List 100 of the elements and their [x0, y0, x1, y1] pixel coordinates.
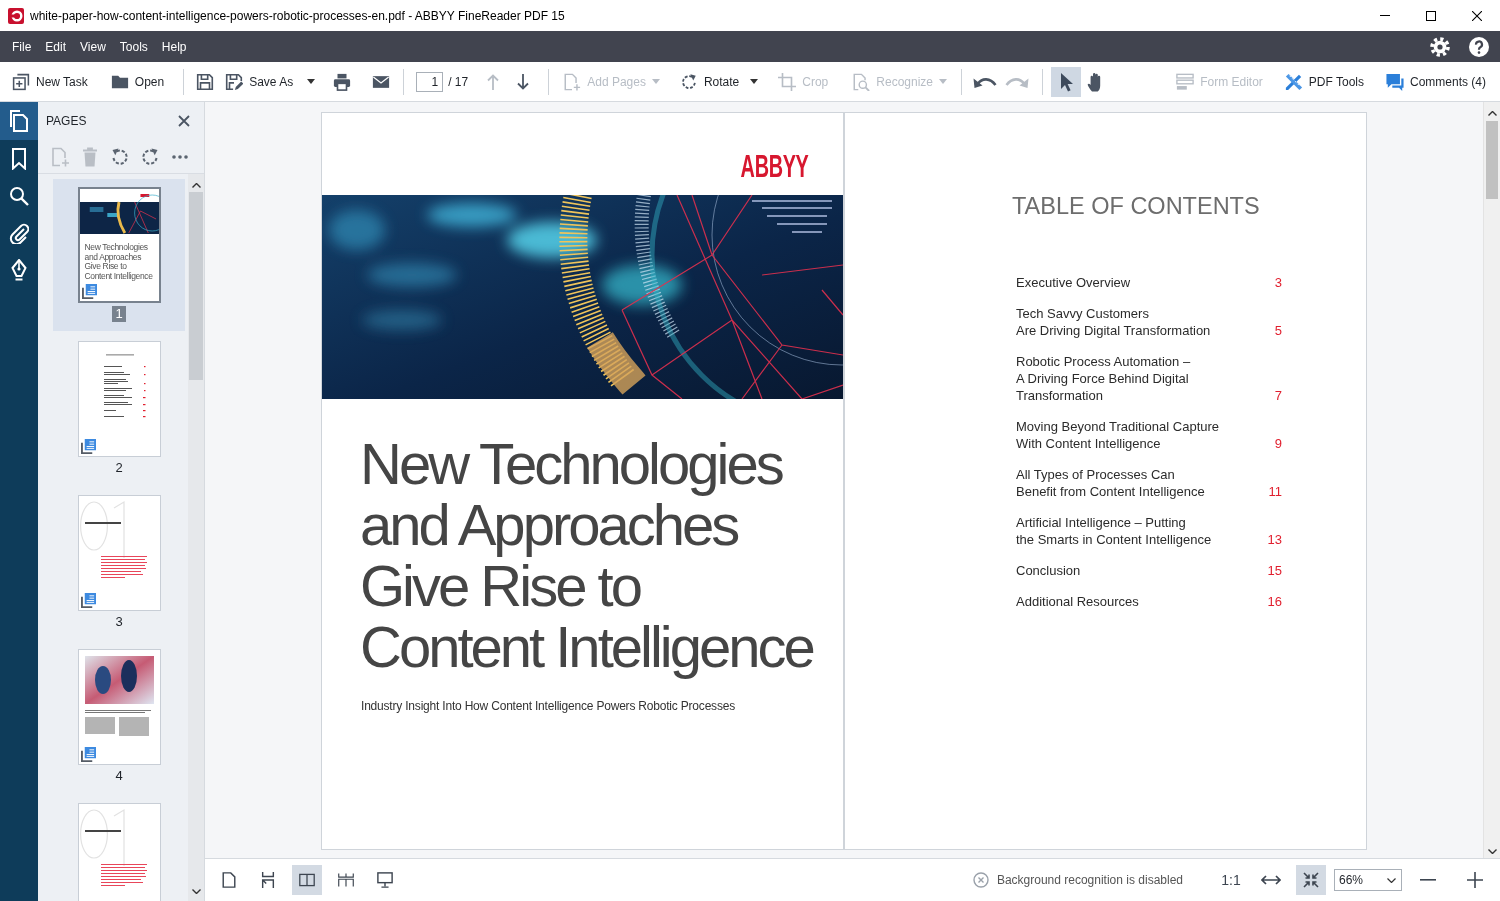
settings-button[interactable] [1430, 36, 1450, 57]
help-button[interactable] [1469, 36, 1489, 57]
circle-x-icon [972, 872, 989, 888]
chevron-up-icon[interactable] [191, 183, 201, 188]
page-plus-icon [50, 146, 70, 167]
chevron-up-icon[interactable] [1487, 111, 1497, 116]
arrow-up-icon [487, 73, 500, 90]
open-button[interactable]: Open [105, 66, 170, 97]
bookmark-icon [9, 147, 29, 170]
toc-entry[interactable]: Robotic Process Automation – A Driving Force Behind Digital Transformation [1016, 353, 1191, 404]
page-plus-icon [563, 72, 582, 91]
toc-entry[interactable]: Tech Savvy Customers Are Driving Digital Transformation [1016, 305, 1211, 339]
close-icon [1472, 10, 1482, 21]
chevron-down-icon[interactable] [1487, 849, 1497, 854]
rotate-button[interactable]: Rotate [674, 66, 764, 97]
toc-page-number: 16 [1267, 593, 1282, 610]
speech-bubble-icon [1386, 72, 1404, 91]
toc-page-number: 15 [1267, 562, 1282, 579]
toc-page-number: 9 [1274, 435, 1282, 452]
page-thumbnail[interactable] [77, 649, 161, 765]
arrow-down-icon [517, 73, 530, 90]
comments-button[interactable]: Comments (4) [1381, 66, 1491, 97]
pages-icon [9, 110, 29, 132]
trash-icon [80, 146, 100, 167]
page-number-label: 4 [114, 768, 124, 784]
text-layer-icon [80, 747, 96, 762]
toc-heading: TABLE OF CONTENTS [1012, 193, 1261, 219]
search-icon [9, 184, 29, 207]
pdf-tools-button[interactable]: PDF Tools [1279, 66, 1369, 97]
new-task-button[interactable]: New Task [7, 66, 93, 97]
close-icon [178, 115, 190, 127]
two-page-view-button[interactable] [292, 865, 322, 895]
save-as-button[interactable]: Save As [220, 66, 321, 97]
chevron-down-icon[interactable] [191, 889, 201, 894]
page-thumbnail[interactable] [77, 341, 161, 457]
text-layer-icon [80, 593, 96, 608]
menu-item[interactable]: View [72, 36, 114, 57]
rotate-right-icon [140, 146, 160, 167]
page-thumbnail[interactable] [77, 495, 161, 611]
page-number-field[interactable]: 1 [416, 71, 444, 92]
toc-page-number: 7 [1274, 387, 1282, 404]
single-page-icon [221, 872, 237, 888]
pen-nib-icon [9, 258, 29, 281]
toc-entry[interactable]: Moving Beyond Traditional Capture With Content Intelligence [1016, 418, 1220, 452]
text-layer-icon [81, 284, 97, 299]
monitor-icon [377, 872, 393, 888]
floppy-pencil-icon [225, 72, 244, 91]
pages-tab[interactable] [0, 102, 38, 140]
text-layer-icon [80, 439, 96, 454]
window-title: white-paper-how-content-intelligence-powers-robotic-processes-en.pdf - ABBYY FineReader PDF 15 [30, 8, 565, 23]
double-arrow-icon [1261, 874, 1281, 886]
toc-entry[interactable]: Executive Overview [1016, 274, 1131, 291]
page-thumbnail[interactable] [77, 803, 161, 901]
two-page-scroll-icon [338, 872, 354, 888]
caret-icon [307, 79, 316, 84]
page-number-label: 2 [114, 460, 124, 476]
menu-item[interactable]: Edit [37, 36, 75, 57]
page-thumbnail[interactable]: New Technologies and Approaches Give Rise to Content Intelligence [77, 187, 161, 303]
app-logo-icon [8, 7, 24, 24]
paperclip-icon [9, 221, 29, 244]
brand-logo: ABBYY [741, 150, 809, 182]
zoom-select[interactable]: 66% [1334, 869, 1402, 891]
more-icon [170, 154, 190, 159]
fit-page-button[interactable] [1296, 865, 1326, 895]
rotate-left-page-button[interactable] [110, 146, 130, 167]
menu-item[interactable]: Help [153, 36, 195, 57]
minus-icon [1420, 879, 1436, 881]
toc-page-number: 3 [1274, 274, 1282, 291]
thumbnail-title: New Technologies and Approaches Give Rise to Content Intelligence [84, 243, 154, 282]
caret-icon [651, 79, 660, 84]
plus-icon [1467, 872, 1483, 888]
scrollbar-thumb[interactable] [1486, 121, 1498, 199]
toc-entry[interactable]: Conclusion [1016, 562, 1081, 579]
rotate-right-page-button[interactable] [140, 146, 160, 167]
settings-icon [1430, 36, 1450, 57]
scrollbar-thumb[interactable] [189, 192, 203, 380]
close-panel-button[interactable] [178, 115, 190, 127]
panel-title: PAGES [46, 114, 87, 128]
toc-page-number: 5 [1274, 322, 1282, 339]
circular-arrow-icon [679, 72, 698, 91]
actual-size-button[interactable]: 1:1 [1216, 865, 1246, 895]
minimize-icon [1380, 15, 1390, 16]
page-number-label: 3 [114, 614, 124, 630]
scroll-pages-icon [260, 872, 276, 888]
toc-entry[interactable]: Additional Resources [1016, 593, 1139, 610]
toc-page-number: 13 [1267, 531, 1282, 548]
menu-item[interactable]: Tools [111, 36, 156, 57]
select-tool-button[interactable] [1051, 66, 1081, 97]
pencil-ruler-icon [1284, 72, 1303, 91]
document-subtitle: Industry Insight Into How Content Intelligence Powers Robotic Processes [361, 699, 736, 713]
toc-page-number: 11 [1268, 483, 1282, 500]
page-count: / 17 [448, 74, 469, 89]
rotate-left-icon [110, 146, 130, 167]
page-magnifier-icon [852, 72, 871, 91]
menu-item[interactable]: File [4, 36, 40, 57]
document-title: New Technologies and Approaches Give Rise to Content Intelligence [360, 433, 815, 677]
toc-entry[interactable]: Artificial Intelligence – Putting the Smarts in Content Intelligence [1016, 514, 1212, 548]
toc-entry[interactable]: All Types of Processes Can Benefit from Content Intelligence [1016, 466, 1205, 500]
form-lines-icon [1176, 72, 1195, 91]
page-preview-drawing [103, 354, 146, 418]
